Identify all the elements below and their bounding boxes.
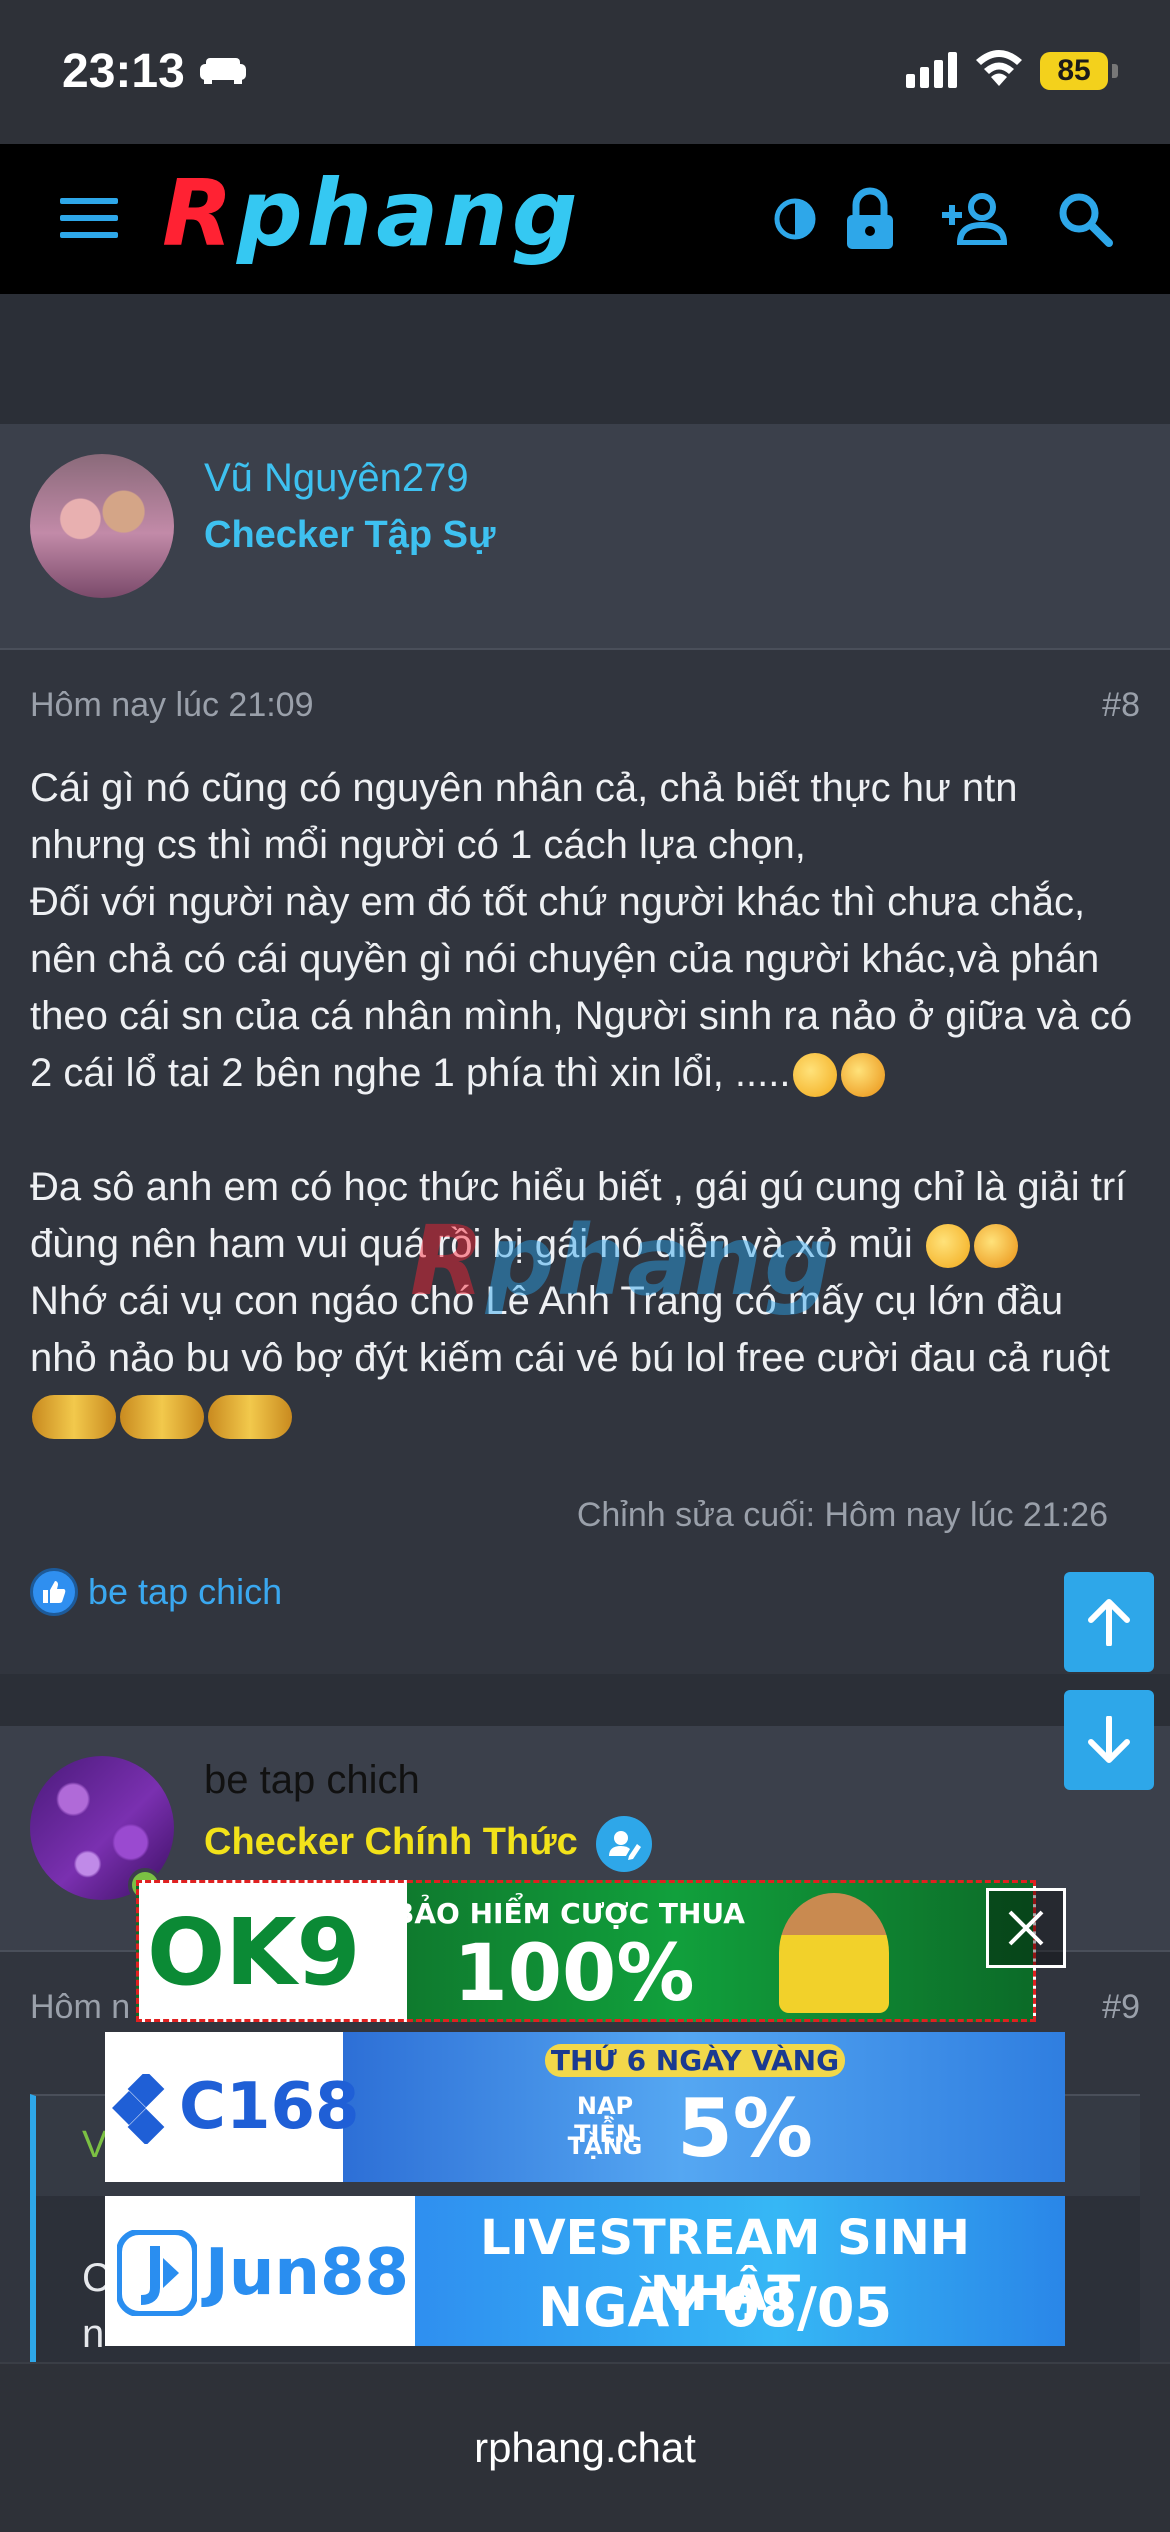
- quote-text: n: [82, 2312, 105, 2356]
- car-icon: [200, 58, 246, 84]
- dizzy-emoji-icon: [925, 1224, 970, 1269]
- theme-toggle-icon[interactable]: [760, 184, 830, 254]
- scroll-up-button[interactable]: [1064, 1572, 1154, 1672]
- ad-big-text: NGÀY 08/05: [537, 2276, 893, 2339]
- ad-headline: BẢO HIỂM CƯỢC THUA: [393, 1897, 745, 1930]
- url-text[interactable]: rphang.chat: [0, 2424, 1170, 2472]
- scroll-down-button[interactable]: [1064, 1690, 1154, 1790]
- ad-banner-c168[interactable]: C168 THỨ 6 NGÀY VÀNG NẠP TIỀN TẶNG 5%: [105, 2032, 1065, 2182]
- status-time: 23:13: [62, 45, 185, 98]
- post-number[interactable]: #9: [1102, 1988, 1140, 2027]
- site-header: Rphang: [0, 144, 1170, 294]
- post-paragraph-1: Cái gì nó cũng có nguyên nhân cả, chả bi…: [30, 766, 1133, 1095]
- battery-indicator: 85: [1040, 52, 1108, 90]
- ad-banner-ok9[interactable]: OK9 BẢO HIỂM CƯỢC THUA 100%: [136, 1880, 1036, 2022]
- post-paragraph-2: Đa sô anh em có học thức hiểu biết , gái…: [30, 1165, 1138, 1266]
- ad-brand: C168: [179, 2070, 360, 2144]
- lock-icon[interactable]: [835, 184, 905, 254]
- verified-checker-icon: [596, 1816, 653, 1872]
- ad-big-text: 5%: [677, 2082, 813, 2175]
- battery-tip: [1112, 64, 1118, 78]
- reaction-bar[interactable]: be tap chich: [30, 1568, 282, 1616]
- ad-big-text: 100%: [453, 1929, 695, 2019]
- last-edited-note: Chỉnh sửa cuối: Hôm nay lúc 21:26: [576, 1496, 1108, 1534]
- post-number[interactable]: #8: [1102, 686, 1140, 725]
- ad-banner-jun88[interactable]: Jun88 LIVESTREAM SINH NHẬT NGÀY 08/05: [105, 2196, 1065, 2346]
- ad-brand: Jun88: [205, 2236, 409, 2310]
- post-body: Cái gì nó cũng có nguyên nhân cả, chả bi…: [30, 760, 1140, 1444]
- quote-author[interactable]: V: [82, 2124, 107, 2167]
- avatar[interactable]: [30, 454, 174, 598]
- status-bar: 23:13 85: [0, 0, 1170, 144]
- username[interactable]: be tap chich: [204, 1758, 420, 1803]
- post-timestamp[interactable]: Hôm n: [30, 1988, 130, 2027]
- username[interactable]: Vũ Nguyên279: [204, 456, 469, 501]
- user-title: Checker Tập Sự: [204, 514, 496, 556]
- menu-icon[interactable]: [60, 198, 118, 238]
- laugh-emoji-icon: [973, 1224, 1018, 1269]
- page-spacer: [0, 294, 1170, 424]
- register-icon[interactable]: [940, 184, 1010, 254]
- ad-brand: OK9: [147, 1899, 361, 2006]
- post-paragraph-3: Nhớ cái vụ con ngáo chó Lê Anh Trang có …: [30, 1279, 1110, 1380]
- post-author-header: Vũ Nguyên279 Checker Tập Sự: [0, 424, 1170, 650]
- search-icon[interactable]: [1050, 184, 1120, 254]
- like-icon: [30, 1568, 78, 1616]
- money-emoji-icon: [120, 1395, 204, 1440]
- money-emoji-icon: [32, 1395, 116, 1440]
- cellular-signal-icon: [906, 52, 957, 88]
- post-timestamp[interactable]: Hôm nay lúc 21:09: [30, 686, 314, 725]
- dizzy-emoji-icon: [792, 1053, 837, 1098]
- browser-address-bar[interactable]: rphang.chat: [0, 2362, 1170, 2532]
- close-ad-button[interactable]: [986, 1888, 1066, 1968]
- reaction-user[interactable]: be tap chich: [88, 1571, 282, 1613]
- laugh-emoji-icon: [840, 1053, 885, 1098]
- ad-subtext: TẶNG: [567, 2132, 643, 2160]
- c168-logo-icon: [112, 2074, 165, 2144]
- money-emoji-icon: [208, 1395, 292, 1440]
- jun88-logo-icon: [117, 2230, 197, 2316]
- ad-headline: THỨ 6 NGÀY VÀNG: [545, 2044, 845, 2077]
- user-title: Checker Chính Thức: [204, 1816, 653, 1872]
- footballer-image: [779, 1893, 889, 2013]
- site-logo[interactable]: Rphang: [162, 164, 582, 264]
- wifi-icon: [976, 50, 1022, 86]
- post-8: Vũ Nguyên279 Checker Tập Sự Hôm nay lúc …: [0, 424, 1170, 1674]
